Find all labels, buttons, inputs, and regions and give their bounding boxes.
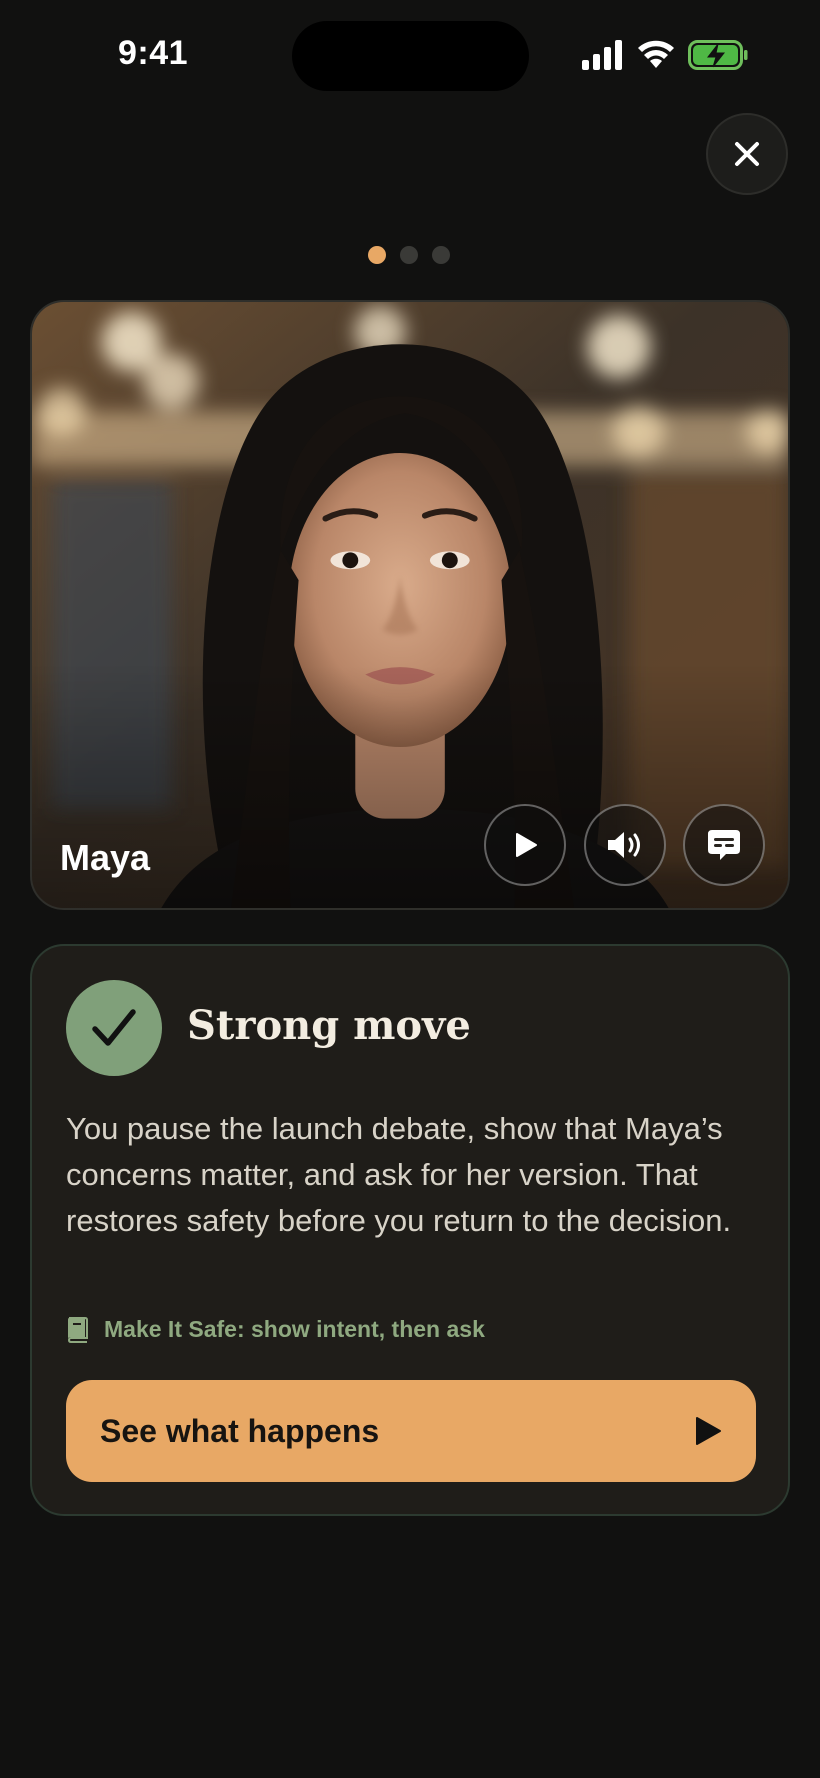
video-frame (32, 302, 788, 908)
play-icon (696, 1417, 721, 1445)
captions-button[interactable] (683, 804, 765, 886)
feedback-card: Strong move You pause the launch debate,… (30, 944, 790, 1516)
feedback-explanation: You pause the launch debate, show that M… (66, 1111, 732, 1238)
battery-charging-icon (688, 40, 748, 70)
page-dot-2 (400, 246, 418, 264)
cellular-signal-icon (582, 40, 622, 70)
speaker-name: Maya (60, 837, 151, 878)
close-button[interactable] (706, 113, 788, 195)
play-icon (516, 833, 537, 857)
close-icon (735, 142, 759, 166)
principle-tag: Make It Safe: show intent, then ask (66, 1316, 485, 1343)
cta-label: See what happens (100, 1412, 380, 1449)
captions-icon (708, 830, 740, 860)
checkmark-icon (92, 1009, 136, 1046)
dynamic-island (292, 21, 529, 91)
book-icon (67, 1316, 88, 1343)
success-badge (66, 980, 162, 1076)
status-time: 9:41 (118, 34, 189, 72)
page-dot-3 (432, 246, 450, 264)
page-indicator (368, 246, 450, 264)
video-player[interactable]: Maya (30, 300, 790, 910)
wifi-icon (638, 40, 674, 68)
volume-icon (608, 832, 640, 858)
status-bar: 9:41 (0, 0, 820, 110)
principle-label: Make It Safe: show intent, then ask (104, 1316, 485, 1342)
play-button[interactable] (484, 804, 566, 886)
volume-button[interactable] (584, 804, 666, 886)
see-what-happens-button[interactable]: See what happens (66, 1380, 756, 1482)
page-dot-1 (368, 246, 386, 264)
verdict-title: Strong move (187, 1002, 471, 1049)
